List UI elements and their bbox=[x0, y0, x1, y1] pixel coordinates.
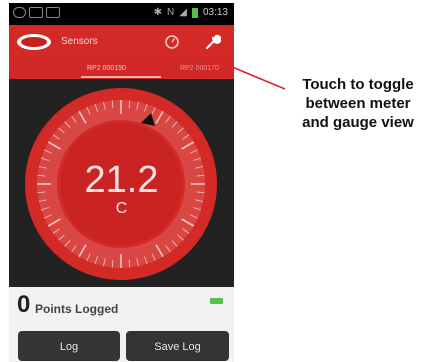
photo-icon bbox=[46, 7, 60, 18]
tab-sensor-active[interactable]: RP2 000150 bbox=[87, 65, 126, 72]
log-panel: 0 Points Logged Log Save Log bbox=[9, 287, 234, 362]
app-title: Sensors bbox=[61, 36, 98, 47]
gauge-toggle-icon[interactable] bbox=[163, 33, 181, 51]
sensor-battery-icon bbox=[210, 298, 223, 304]
callout-line-3: and gauge view bbox=[302, 114, 414, 131]
points-count: 0 bbox=[17, 291, 31, 318]
status-time: 03:13 bbox=[202, 7, 228, 18]
callout-line-2: between meter bbox=[305, 95, 411, 112]
bluetooth-icon: ✱ bbox=[153, 7, 163, 18]
gauge-unit: C bbox=[115, 200, 128, 217]
points-label: Points Logged bbox=[35, 302, 119, 316]
battery-icon bbox=[191, 7, 198, 18]
nfc-icon: N bbox=[167, 7, 175, 18]
signal-icon: ◢ bbox=[179, 7, 187, 18]
action-bar: Sensors bbox=[9, 25, 234, 59]
sensor-tabs: RP2 000150 RP2 000170 bbox=[9, 59, 234, 79]
eye-icon bbox=[13, 7, 26, 18]
wrench-icon[interactable] bbox=[203, 33, 221, 51]
phone-screen: ✱ N ◢ 03:13 Sensors RP2 000150 RP2 00017… bbox=[9, 3, 234, 362]
status-left-icons bbox=[13, 7, 60, 18]
tab-indicator bbox=[81, 76, 161, 78]
gauge-view[interactable]: 21.2 C bbox=[9, 79, 234, 287]
log-button[interactable]: Log bbox=[18, 331, 120, 361]
tab-sensor-next[interactable]: RP2 000170 bbox=[180, 65, 219, 72]
status-right-icons: ✱ N ◢ 03:13 bbox=[154, 7, 228, 18]
image-icon bbox=[29, 7, 43, 18]
screenshot-stage: ✱ N ◢ 03:13 Sensors RP2 000150 RP2 00017… bbox=[0, 0, 436, 362]
callout-text: Touch to toggle between meter and gauge … bbox=[283, 75, 433, 132]
gauge-reading: 21.2 bbox=[84, 159, 159, 201]
brand-logo bbox=[17, 34, 51, 50]
status-bar: ✱ N ◢ 03:13 bbox=[9, 3, 234, 25]
save-log-button[interactable]: Save Log bbox=[126, 331, 229, 361]
callout-line-1: Touch to toggle bbox=[302, 76, 414, 93]
